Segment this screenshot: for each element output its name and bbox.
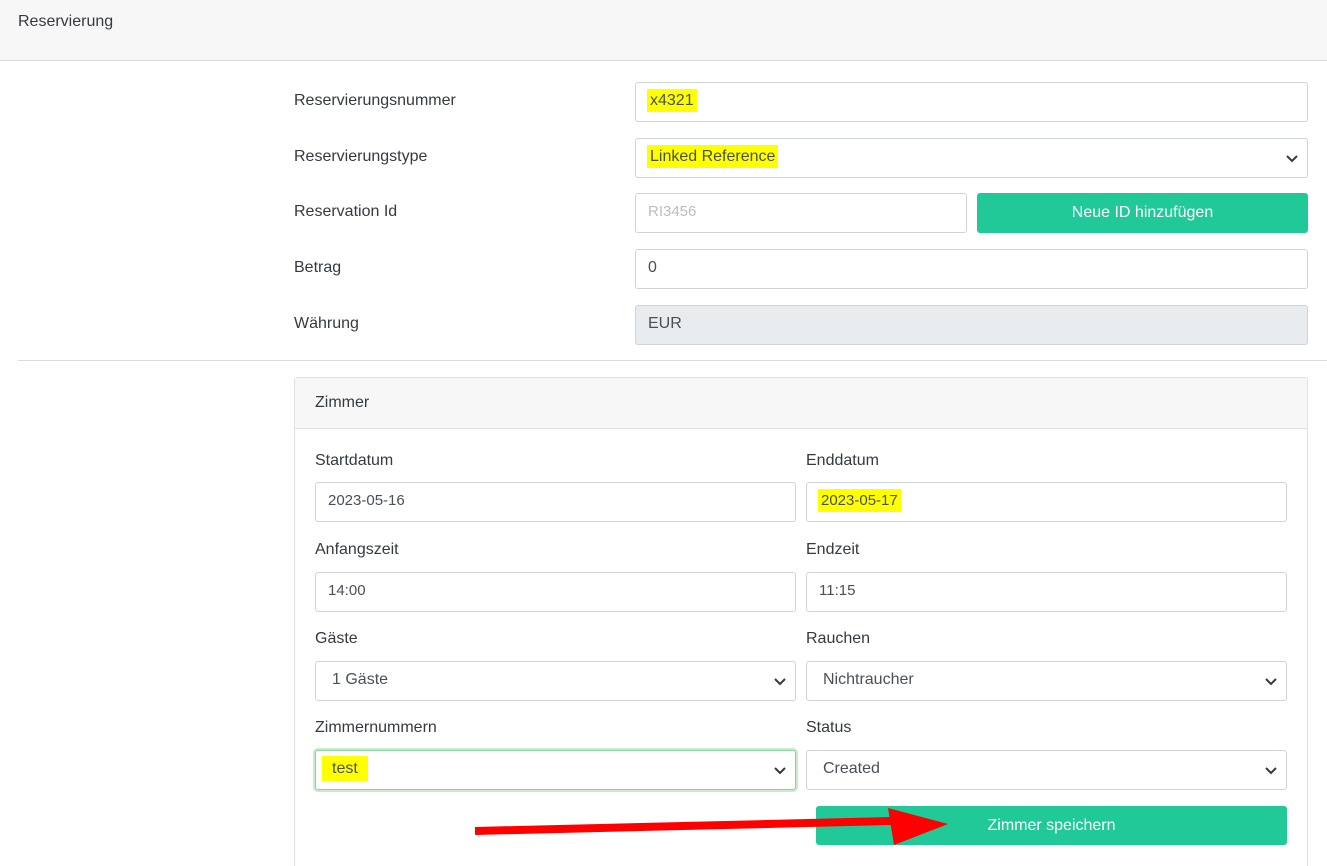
room-card-title: Zimmer bbox=[315, 394, 370, 411]
page-title: Reservierung bbox=[18, 13, 114, 30]
status-select[interactable]: Created bbox=[806, 750, 1287, 790]
reservation-type-label: Reservierungstype bbox=[294, 148, 428, 165]
start-date-value: 2023-05-16 bbox=[328, 492, 405, 509]
reservation-id-input[interactable]: RI3456 bbox=[635, 193, 967, 233]
start-time-input[interactable]: 14:00 bbox=[315, 572, 796, 612]
reservation-id-placeholder: RI3456 bbox=[648, 203, 697, 220]
smoking-value: Nichtraucher bbox=[823, 671, 914, 688]
amount-value: 0 bbox=[648, 259, 657, 276]
reservation-type-select[interactable]: Linked Reference bbox=[635, 138, 1308, 178]
currency-input: EUR bbox=[635, 305, 1308, 345]
room-card: Zimmer bbox=[294, 377, 1308, 866]
room-numbers-value: test bbox=[322, 756, 368, 781]
reservation-number-label: Reservierungsnummer bbox=[294, 92, 456, 109]
currency-value: EUR bbox=[648, 315, 682, 332]
start-time-label: Anfangszeit bbox=[315, 541, 399, 558]
reservation-type-value: Linked Reference bbox=[647, 145, 779, 168]
start-date-label: Startdatum bbox=[315, 452, 394, 469]
add-id-button[interactable]: Neue ID hinzufügen bbox=[977, 193, 1308, 233]
room-numbers-label: Zimmernummern bbox=[315, 719, 437, 736]
reservation-id-label: Reservation Id bbox=[294, 203, 398, 220]
room-card-header: Zimmer bbox=[295, 378, 1307, 429]
currency-label: Währung bbox=[294, 315, 359, 332]
end-time-label: Endzeit bbox=[806, 541, 860, 558]
end-date-input[interactable]: 2023-05-17 bbox=[806, 482, 1287, 522]
status-value: Created bbox=[823, 760, 880, 777]
room-numbers-select[interactable]: test bbox=[315, 750, 796, 790]
smoking-label: Rauchen bbox=[806, 630, 871, 647]
start-date-input[interactable]: 2023-05-16 bbox=[315, 482, 796, 522]
end-date-value: 2023-05-17 bbox=[818, 489, 901, 512]
section-divider bbox=[18, 360, 1327, 361]
end-date-label: Enddatum bbox=[806, 452, 879, 469]
reservation-number-value: x4321 bbox=[647, 89, 697, 112]
smoking-select[interactable]: Nichtraucher bbox=[806, 661, 1287, 701]
page-header: Reservierung bbox=[0, 0, 1327, 61]
chevron-down-icon bbox=[774, 678, 786, 686]
chevron-down-icon bbox=[1265, 767, 1277, 775]
end-time-value: 11:15 bbox=[819, 582, 856, 599]
chevron-down-icon bbox=[774, 767, 786, 775]
reservation-number-input[interactable]: x4321 bbox=[635, 82, 1308, 122]
red-arrow-icon bbox=[474, 808, 948, 845]
start-time-value: 14:00 bbox=[328, 582, 366, 599]
amount-label: Betrag bbox=[294, 259, 342, 276]
guests-select[interactable]: 1 Gäste bbox=[315, 661, 796, 701]
guests-value: 1 Gäste bbox=[332, 671, 389, 688]
amount-input[interactable]: 0 bbox=[635, 249, 1308, 289]
chevron-down-icon bbox=[1286, 155, 1298, 163]
guests-label: Gäste bbox=[315, 630, 358, 647]
status-label: Status bbox=[806, 719, 852, 736]
end-time-input[interactable]: 11:15 bbox=[806, 572, 1287, 612]
chevron-down-icon bbox=[1265, 678, 1277, 686]
